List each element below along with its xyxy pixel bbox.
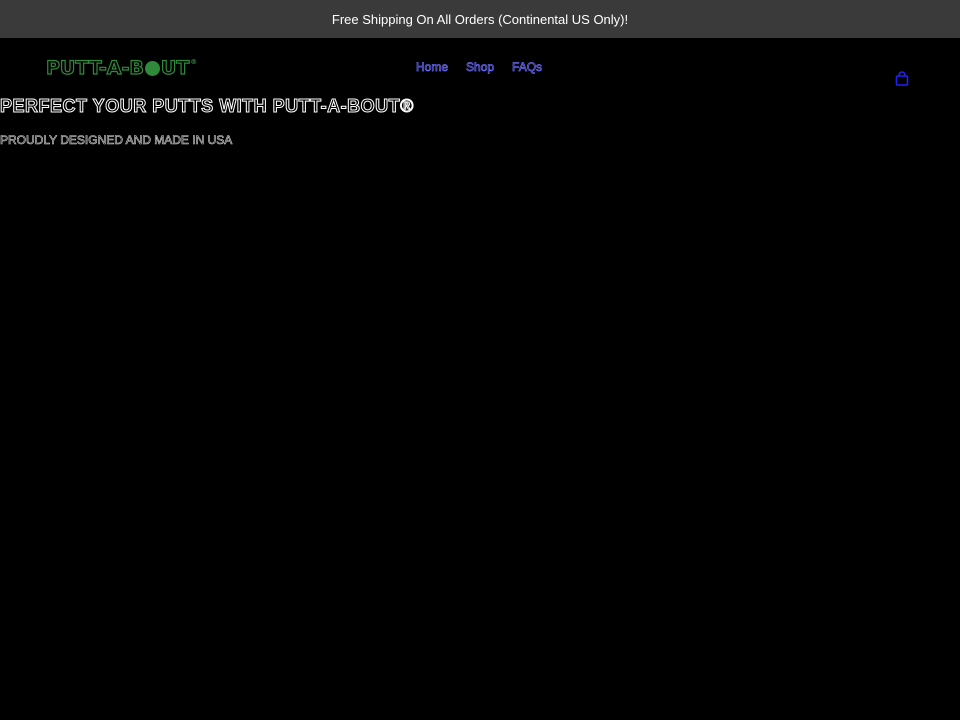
golf-ball-icon [144, 60, 160, 76]
nav-link-home[interactable]: Home [416, 60, 449, 75]
site-header: PUTT-A-B UT ® Home Shop FAQs [0, 38, 960, 94]
hero-title: PERFECT YOUR PUTTS WITH PUTT-A-BOUT® [0, 96, 414, 117]
announcement-bar: Free Shipping On All Orders (Continental… [0, 0, 960, 38]
nav-link-shop[interactable]: Shop [466, 60, 495, 75]
site-logo[interactable]: PUTT-A-B UT ® [45, 56, 198, 79]
logo-text-part1: PUTT-A-B [45, 56, 144, 79]
shopping-bag-icon[interactable] [893, 70, 911, 88]
announcement-text: Free Shipping On All Orders (Continental… [331, 11, 629, 27]
logo-text-part2: UT [160, 56, 190, 79]
nav-link-faqs[interactable]: FAQs [512, 60, 543, 75]
hero-subtitle: PROUDLY DESIGNED AND MADE IN USA [0, 133, 233, 148]
main-nav: Home Shop FAQs [416, 60, 543, 75]
logo-trademark: ® [190, 58, 198, 66]
